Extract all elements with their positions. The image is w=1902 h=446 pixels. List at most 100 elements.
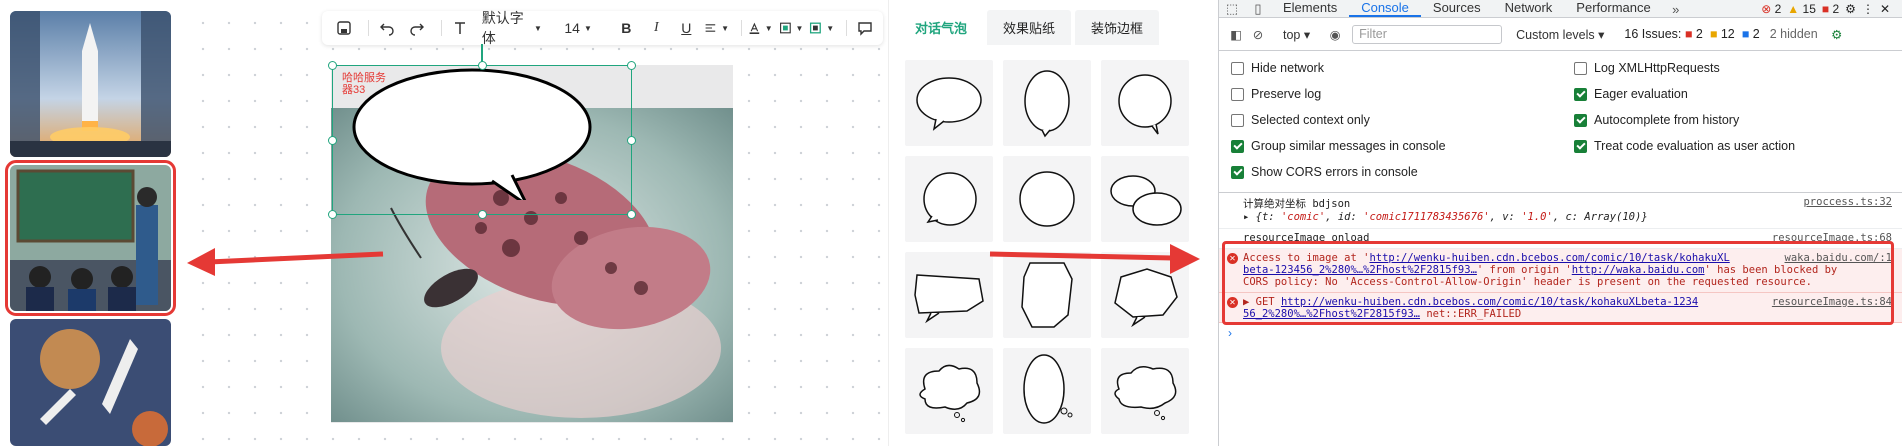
context-select[interactable]: top ▾ xyxy=(1283,27,1310,42)
border-color-icon[interactable]: ▼ xyxy=(809,15,834,41)
resize-handle-e[interactable] xyxy=(627,136,636,145)
info-count: ■ 2 xyxy=(1821,1,1840,16)
tab-elements[interactable]: Elements xyxy=(1271,0,1349,17)
origin-link[interactable]: http://waka.baidu.com xyxy=(1572,264,1705,276)
resize-handle-se[interactable] xyxy=(627,210,636,219)
checkbox-checked[interactable] xyxy=(1574,139,1587,153)
preserve-log-option[interactable]: Preserve log xyxy=(1231,87,1321,101)
issue-icon: ■ xyxy=(1821,1,1830,16)
tab-sources[interactable]: Sources xyxy=(1421,0,1493,17)
underline-icon[interactable]: U xyxy=(674,15,698,41)
bubble-option[interactable] xyxy=(905,252,993,338)
inspect-element-icon[interactable]: ⬚ xyxy=(1219,0,1245,18)
log-object-preview[interactable]: ▸ {t: 'comic', id: 'comic1711783435676',… xyxy=(1243,211,1894,223)
resize-handle-w[interactable] xyxy=(328,136,337,145)
hide-network-option[interactable]: Hide network xyxy=(1231,61,1324,75)
console-prompt[interactable]: › xyxy=(1228,326,1232,340)
save-icon[interactable] xyxy=(332,15,356,41)
error-icon: ⊗ xyxy=(1761,1,1772,16)
checkbox[interactable] xyxy=(1231,113,1244,127)
background-color-icon[interactable]: ▼ xyxy=(779,15,803,41)
align-icon[interactable]: ▼ xyxy=(704,15,729,41)
console-filter-input[interactable]: Filter xyxy=(1352,24,1503,44)
eager-eval-option[interactable]: Eager evaluation xyxy=(1574,87,1688,101)
bubble-option[interactable] xyxy=(1101,156,1189,242)
kebab-menu-icon[interactable]: ⋮ xyxy=(1862,2,1874,16)
checkbox-checked[interactable] xyxy=(1574,113,1587,127)
toolbar-divider xyxy=(741,20,742,36)
clear-console-icon[interactable]: ⊘ xyxy=(1247,27,1269,42)
tab-effect-stickers[interactable]: 效果贴纸 xyxy=(987,10,1072,45)
error-url-link[interactable]: http://wenku-huiben.cdn.bcebos.com/comic… xyxy=(1369,252,1729,264)
log-xhr-option[interactable]: Log XMLHttpRequests xyxy=(1574,61,1720,75)
show-cors-option[interactable]: Show CORS errors in console xyxy=(1231,165,1418,179)
red-arrow-right xyxy=(989,244,1200,274)
bubble-option[interactable] xyxy=(1101,348,1189,434)
undo-icon[interactable] xyxy=(375,15,399,41)
issues-counter[interactable]: 16 Issues: ■ 2 ■ 12 ■ 2 xyxy=(1624,27,1759,41)
autocomplete-option[interactable]: Autocomplete from history xyxy=(1574,113,1739,127)
font-color-icon[interactable]: ▼ xyxy=(748,15,773,41)
redo-icon[interactable] xyxy=(405,15,429,41)
checkbox[interactable] xyxy=(1574,61,1587,75)
treat-code-option[interactable]: Treat code evaluation as user action xyxy=(1574,139,1795,153)
canvas-editor[interactable]: 默认字体 ▼ 14 ▼ B I U ▼ ▼ ▼ ▼ 哈哈服务 器33 xyxy=(182,0,888,446)
resize-handle-s[interactable] xyxy=(478,210,487,219)
error-source-link[interactable]: waka.baidu.com/:1 xyxy=(1785,252,1892,264)
info-icon: ■ xyxy=(1741,27,1750,41)
italic-icon[interactable]: I xyxy=(644,15,668,41)
resize-handle-ne[interactable] xyxy=(627,61,636,70)
log-source-link[interactable]: proccess.ts:32 xyxy=(1803,196,1892,208)
thumbnail-classroom[interactable] xyxy=(5,160,176,316)
console-filter-bar: ◧ ⊘ top ▾ ◉ Filter Custom levels ▾ 16 Is… xyxy=(1219,18,1902,51)
thumbnail-space-rockets[interactable] xyxy=(10,319,171,446)
error-url-link[interactable]: beta-123456_2%280%…%2Fhost%2F2815f93… xyxy=(1243,264,1477,276)
checkbox[interactable] xyxy=(1231,87,1244,101)
sidebar-toggle-icon[interactable]: ◧ xyxy=(1225,27,1247,42)
selected-context-option[interactable]: Selected context only xyxy=(1231,113,1370,127)
text-icon[interactable] xyxy=(448,15,472,41)
tab-console[interactable]: Console xyxy=(1349,0,1421,17)
bubble-option[interactable] xyxy=(1003,156,1091,242)
bold-icon[interactable]: B xyxy=(614,15,638,41)
checkbox-checked[interactable] xyxy=(1231,165,1244,179)
comment-icon[interactable] xyxy=(853,15,877,41)
tab-performance[interactable]: Performance xyxy=(1564,0,1662,17)
settings-icon[interactable]: ⚙ xyxy=(1845,2,1856,16)
font-size-select[interactable]: 14 ▼ xyxy=(562,15,594,41)
bubble-option[interactable] xyxy=(1101,60,1189,146)
more-tabs-icon[interactable]: » xyxy=(1663,0,1689,18)
warning-icon: ■ xyxy=(1709,27,1718,41)
error-url-link[interactable]: 56_2%280%…%2Fhost%2F2815f93… xyxy=(1243,308,1420,320)
live-expression-eye-icon[interactable]: ◉ xyxy=(1324,27,1346,42)
tab-decorative-borders[interactable]: 装饰边框 xyxy=(1075,10,1160,45)
error-url-link[interactable]: http://wenku-huiben.cdn.bcebos.com/comic… xyxy=(1281,296,1698,308)
resize-handle-n[interactable] xyxy=(478,61,487,70)
device-toolbar-icon[interactable]: ▯ xyxy=(1245,0,1271,18)
bubble-option[interactable] xyxy=(905,348,993,434)
tab-speech-bubbles[interactable]: 对话气泡 xyxy=(899,10,984,45)
resize-handle-nw[interactable] xyxy=(328,61,337,70)
tab-network[interactable]: Network xyxy=(1493,0,1565,17)
devtools-counters[interactable]: ⊗ 2 ▲ 15 ■ 2 ⚙ ⋮ ✕ xyxy=(1761,0,1902,17)
resize-handle-sw[interactable] xyxy=(328,210,337,219)
hidden-count: 2 hidden xyxy=(1769,27,1818,41)
log-levels-select[interactable]: Custom levels ▾ xyxy=(1516,27,1604,42)
group-similar-option[interactable]: Group similar messages in console xyxy=(1231,139,1446,153)
bubble-option[interactable] xyxy=(1003,60,1091,146)
bubble-option[interactable] xyxy=(905,156,993,242)
console-settings-icon[interactable]: ⚙ xyxy=(1826,27,1848,42)
issues-label: 16 Issues: xyxy=(1624,27,1682,41)
bubble-option[interactable] xyxy=(1003,348,1091,434)
font-family-select[interactable]: 默认字体 ▼ xyxy=(478,10,546,46)
log-source-link[interactable]: resourceImage.ts:68 xyxy=(1772,232,1892,244)
bubble-text-line: 哈哈服务 xyxy=(342,72,386,84)
close-icon[interactable]: ✕ xyxy=(1880,2,1890,16)
network-error-entry: ✕ resourceImage.ts:84 ▶ GET http://wenku… xyxy=(1219,293,1902,323)
bubble-option[interactable] xyxy=(905,60,993,146)
error-source-link[interactable]: resourceImage.ts:84 xyxy=(1772,296,1892,308)
checkbox[interactable] xyxy=(1231,61,1244,75)
checkbox-checked[interactable] xyxy=(1231,139,1244,153)
checkbox-checked[interactable] xyxy=(1574,87,1587,101)
thumbnail-rocket-launch[interactable] xyxy=(10,11,171,157)
